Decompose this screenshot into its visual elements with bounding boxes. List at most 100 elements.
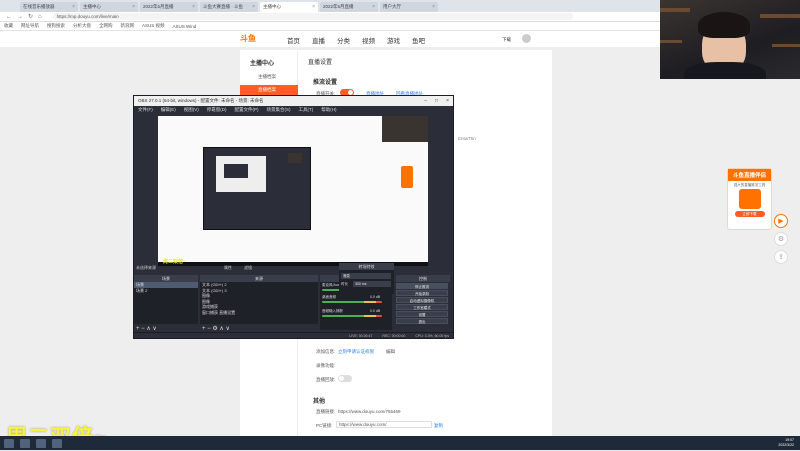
bookmark-item[interactable]: ASUS 视频 — [142, 23, 165, 29]
obs-menu-item[interactable]: 场景集合(S) — [267, 107, 291, 113]
nav-fishbar[interactable]: 鱼吧 — [412, 35, 425, 45]
download-ad[interactable]: 斗鱼直播伴侣 强大的直播推流工具 立即下载 — [727, 168, 772, 230]
nav-category[interactable]: 分类 — [337, 35, 350, 45]
float-play-icon[interactable]: ▶ — [774, 214, 788, 228]
obs-icon[interactable] — [52, 438, 62, 448]
sidebar-item-live-settings[interactable]: 直播档案 — [240, 85, 298, 95]
duration-input[interactable]: 300 ms — [353, 281, 391, 287]
browser-tab-active[interactable]: 主播中心 × — [260, 2, 318, 12]
settings-button[interactable]: 设置 — [396, 311, 448, 317]
system-tray[interactable]: 19:07 2022/3/22 — [778, 438, 794, 447]
sources-header: 来源 — [200, 275, 318, 282]
search-icon[interactable] — [20, 438, 30, 448]
source-toolbar[interactable]: + − ⚙ ∧ ∨ — [202, 325, 230, 332]
source-item[interactable]: 窗口捕获 直播设置 — [200, 310, 318, 316]
transition-select[interactable]: 渐变 — [341, 273, 391, 279]
avatar[interactable] — [522, 34, 531, 43]
apply-auth-link[interactable]: 立刻申请认证权限 — [338, 349, 374, 355]
browser-tab[interactable]: 2022年5月直播 × — [140, 2, 198, 12]
replay-toggle[interactable] — [338, 375, 352, 382]
props-button[interactable]: 属性 — [224, 265, 232, 271]
browser-tab[interactable]: 在线音乐播放器 × — [20, 2, 78, 12]
cpu-status: CPU: 3.3%, 60.00 fps — [415, 333, 449, 338]
browser-tab[interactable]: 2022年5月直播 × — [320, 2, 378, 12]
bookmark-item[interactable]: 全网购 — [99, 23, 113, 29]
close-icon[interactable]: × — [72, 4, 75, 10]
pc-url-field[interactable]: https://www.douyu.com/ — [336, 421, 432, 428]
controls-header: 控制 — [396, 275, 450, 282]
scene-item[interactable]: 场景 2 — [134, 288, 198, 294]
browser-tab[interactable]: 用户大厅 × — [380, 2, 438, 12]
mixer-channel-label: 桌面音频 — [322, 295, 336, 299]
nav-game[interactable]: 游戏 — [387, 35, 400, 45]
copy-button[interactable]: 复制 — [434, 423, 443, 429]
url-input[interactable]: https://mp.douyu.com/live/main — [52, 13, 573, 20]
ad-subtitle: 强大的直播推流工具 — [733, 183, 766, 187]
tab-label: 2022年5月直播 — [143, 4, 174, 9]
browser-tab[interactable]: 主播中心 × — [80, 2, 138, 12]
source-label: 文本 (GDI+) 3 — [202, 287, 227, 293]
bookmark-item[interactable]: 分析大盘 — [73, 23, 91, 29]
scene-toolbar[interactable]: + − ∧ ∨ — [136, 325, 157, 332]
extra-label: 添加信息: — [316, 349, 336, 354]
close-icon[interactable]: × — [372, 4, 375, 10]
download-link[interactable]: 下载 — [502, 37, 511, 43]
nav-home[interactable]: 首页 — [287, 35, 300, 45]
maximize-icon[interactable]: □ — [435, 98, 438, 104]
float-settings-icon[interactable]: ⚙ — [774, 232, 788, 246]
home-icon[interactable]: ⌂ — [38, 14, 42, 20]
obs-menu-item[interactable]: 工具(T) — [299, 107, 314, 113]
reload-icon[interactable]: ↻ — [28, 13, 33, 20]
site-nav: 斗鱼 首页 直播 分类 视频 游戏 鱼吧 下载 — [0, 31, 660, 47]
obs-menu-item[interactable]: 配置文件(P) — [235, 107, 259, 113]
obs-menu-item[interactable]: 文件(F) — [138, 107, 153, 113]
bookmark-item[interactable]: 搜狗搜索 — [47, 23, 65, 29]
float-share-icon[interactable]: ⇪ — [774, 250, 788, 264]
bookmark-item[interactable]: 新浪网 — [121, 23, 135, 29]
edit-link[interactable]: 编辑 — [386, 349, 395, 355]
bookmark-item[interactable]: 网址导航 — [21, 23, 39, 29]
tab-label: 用户大厅 — [383, 4, 401, 9]
bookmark-item[interactable]: ASUS Wind — [173, 24, 197, 29]
obs-preview[interactable]: 周二双倍~ — [158, 116, 428, 266]
virtual-cam-button[interactable]: 启动虚拟摄像机 — [396, 297, 448, 303]
close-icon[interactable]: × — [252, 4, 255, 10]
close-icon[interactable]: × — [132, 4, 135, 10]
forward-icon[interactable]: → — [17, 14, 23, 20]
close-icon[interactable]: × — [192, 4, 195, 10]
obs-menu-item[interactable]: 视图(V) — [184, 107, 199, 113]
browser-icon[interactable] — [36, 438, 46, 448]
studio-mode-button[interactable]: 工作室模式 — [396, 304, 448, 310]
volume-meter — [322, 315, 382, 317]
nav-video[interactable]: 视频 — [362, 35, 375, 45]
obs-menu-item[interactable]: 帮助(H) — [321, 107, 336, 113]
live-url[interactable]: https://www.douyu.com/755469 — [338, 409, 401, 414]
source-label: 图像 — [202, 298, 210, 304]
stop-stream-button[interactable]: 停止推流 — [396, 283, 448, 289]
tab-label: 主播中心 — [83, 4, 101, 9]
ad-download-button[interactable]: 立即下载 — [734, 211, 765, 217]
site-logo[interactable]: 斗鱼 — [240, 33, 274, 45]
browser-tab[interactable]: 斗鱼大赛直播 · 斗鱼 × — [200, 2, 258, 12]
obs-menu-item[interactable]: 停靠窗(D) — [207, 107, 227, 113]
start-record-button[interactable]: 开始录制 — [396, 290, 448, 296]
sidebar-item-label: 直播档案 — [258, 87, 276, 92]
sidebar-item-profile[interactable]: 主播档案 — [240, 72, 298, 82]
obs-status-bar: LIVE: 00:26:47 REC: 00:00:00 CPU: 3.3%, … — [134, 332, 453, 338]
obs-menu-item[interactable]: 编辑(E) — [161, 107, 176, 113]
back-icon[interactable]: ← — [6, 14, 12, 20]
close-icon[interactable]: × — [312, 4, 315, 10]
preview-capture — [158, 116, 428, 262]
duration-label: 时长 — [341, 282, 348, 286]
bookmark-item[interactable]: 收藏 — [4, 23, 13, 29]
close-icon[interactable]: × — [446, 98, 449, 104]
exit-button[interactable]: 退出 — [396, 318, 448, 324]
minimize-icon[interactable]: – — [424, 98, 427, 104]
nav-live[interactable]: 直播 — [312, 35, 325, 45]
close-icon[interactable]: × — [432, 4, 435, 10]
source-label: 窗口捕获 直播设置 — [202, 309, 236, 315]
filters-button[interactable]: 滤镜 — [244, 265, 252, 271]
start-icon[interactable] — [4, 438, 14, 448]
section-title: 其他 — [313, 399, 326, 405]
preview-subtitle: 周二双倍~ — [163, 259, 186, 265]
